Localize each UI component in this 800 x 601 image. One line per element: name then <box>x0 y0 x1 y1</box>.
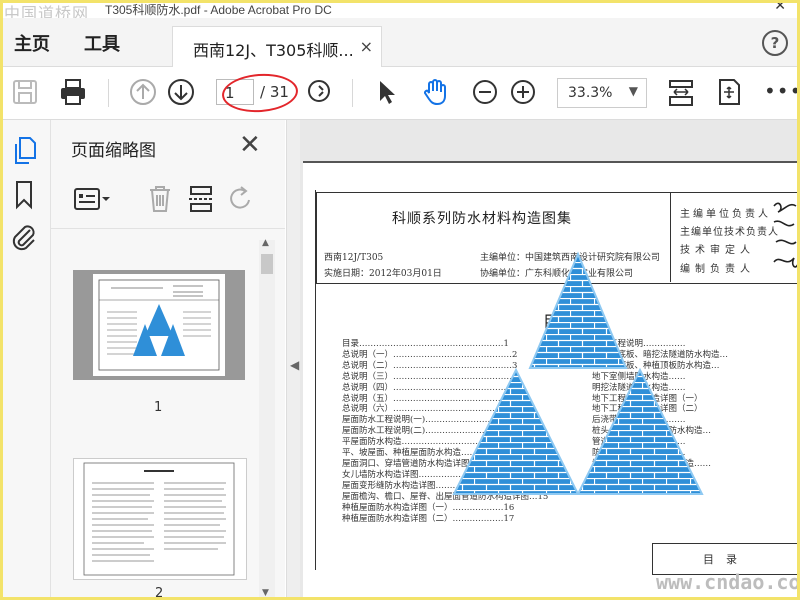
signatures-image <box>773 202 799 268</box>
panel-title: 页面缩略图 <box>71 141 156 161</box>
collapse-panel-icon[interactable]: ◀ <box>290 358 299 372</box>
window-title: T305科顺防水.pdf - Adobe Acrobat Pro DC <box>105 3 332 17</box>
page-top-edge <box>303 161 800 163</box>
more-options-icon[interactable]: ••• <box>764 79 800 103</box>
scroll-down-icon[interactable]: ▼ <box>262 588 269 598</box>
zoom-in-icon[interactable] <box>508 77 538 107</box>
delete-icon[interactable] <box>147 184 173 214</box>
toc-entry: 种植屋面防水构造详图（一）………………16 <box>342 502 515 513</box>
toc-entry: 种植屋面防水构造详图（二）………………17 <box>342 513 515 524</box>
page-1-preview <box>98 279 220 371</box>
extract-pages-icon[interactable] <box>187 184 215 214</box>
next-page-icon[interactable] <box>166 77 196 107</box>
panel-close-icon[interactable]: ✕ <box>239 130 261 160</box>
brick-pyramid-logo <box>452 251 704 495</box>
panel-scrollbar[interactable] <box>259 240 275 600</box>
sheet-label: 目录 <box>703 553 749 566</box>
sign-label: 主编单位技术负责人 <box>680 227 779 238</box>
title-bar: 中国道桥网 T305科顺防水.pdf - Adobe Acrobat Pro D… <box>0 0 800 23</box>
menu-home[interactable]: 主页 <box>14 30 50 56</box>
thumbnail-page-image <box>93 274 225 376</box>
chevron-down-icon: ▼ <box>628 84 638 98</box>
bookmark-icon[interactable] <box>14 180 34 210</box>
menu-tab-row: 主页 工具 西南12J、T305科顺... × ? <box>0 18 800 67</box>
scroll-up-icon[interactable]: ▲ <box>262 238 269 248</box>
attachment-icon[interactable] <box>10 220 38 252</box>
site-watermark: www.cndao.com <box>656 570 800 594</box>
document-tab[interactable]: 西南12J、T305科顺... × <box>172 26 382 67</box>
page-2-preview <box>83 462 235 576</box>
thumbnails-panel: 页面缩略图 ✕ ▲ 1 ▼ <box>51 120 285 600</box>
toolbar-separator <box>108 79 109 107</box>
full-screen-icon[interactable] <box>714 77 744 107</box>
thumbnail-page-2[interactable] <box>73 458 247 580</box>
tab-close-icon[interactable]: × <box>360 37 373 56</box>
zoom-value: 33.3% <box>568 85 613 101</box>
fit-page-icon[interactable] <box>666 77 696 107</box>
rotate-icon[interactable] <box>227 184 255 214</box>
panel-scrollbar-thumb[interactable] <box>261 254 273 274</box>
window-close-icon[interactable]: ✕ <box>774 0 786 14</box>
save-icon[interactable] <box>10 77 40 107</box>
document-tab-label: 西南12J、T305科顺... <box>193 41 354 60</box>
panel-tools <box>51 170 285 229</box>
page-thumbnails-icon[interactable] <box>12 136 38 166</box>
zoom-tool-icon[interactable] <box>305 77 335 107</box>
document-date: 实施日期：2012年03月01日 <box>324 269 442 279</box>
previous-page-icon[interactable] <box>128 77 158 107</box>
print-icon[interactable] <box>58 77 88 107</box>
thumbnail-page-1-number: 1 <box>154 400 163 415</box>
thumbnail-page-1[interactable] <box>73 270 245 380</box>
hand-tool-icon[interactable] <box>420 77 450 107</box>
page-left-strip <box>303 190 316 570</box>
select-cursor-icon[interactable] <box>372 77 402 107</box>
zoom-select[interactable]: 33.3% ▼ <box>557 78 647 108</box>
menu-tools[interactable]: 工具 <box>84 30 120 56</box>
thumbnail-options-icon[interactable] <box>73 186 113 212</box>
zoom-out-icon[interactable] <box>470 77 500 107</box>
toolbar: 1 / 31 33.3% ▼ ••• <box>0 67 800 120</box>
left-navigation-rail <box>0 120 51 600</box>
sign-label: 主编单位负责人 <box>680 209 771 220</box>
document-title: 科顺系列防水材料构造图集 <box>392 211 572 227</box>
thumbnail-page-2-number: 2 <box>155 586 164 601</box>
toolbar-separator <box>352 79 353 107</box>
help-icon[interactable]: ? <box>762 30 788 56</box>
document-code: 西南12J/T305 <box>324 253 384 263</box>
